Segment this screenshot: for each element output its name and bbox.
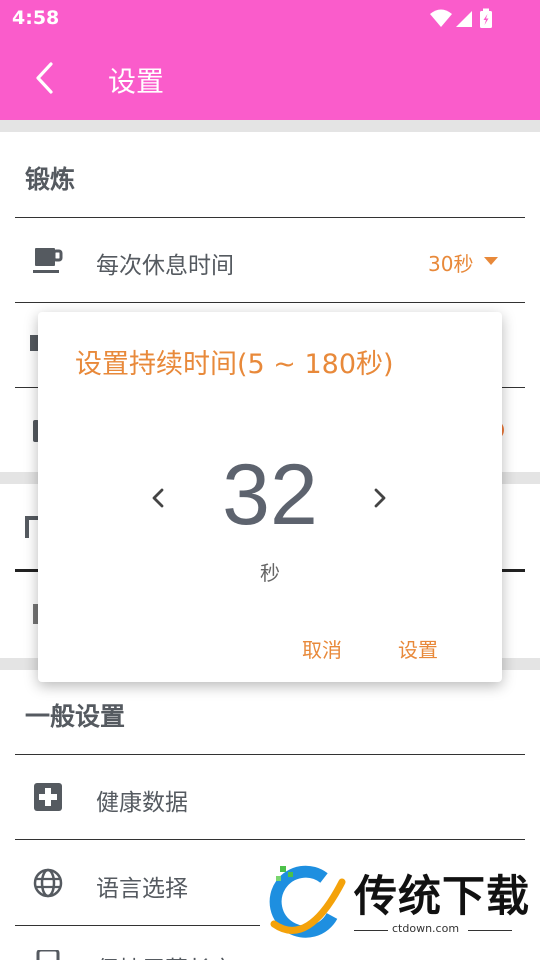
divider bbox=[15, 839, 525, 840]
app-bar: 设置 bbox=[0, 36, 540, 120]
watermark-url: ctdown.com bbox=[392, 922, 460, 935]
back-button[interactable] bbox=[24, 56, 64, 100]
watermark-text: 传统下载 bbox=[354, 872, 530, 922]
chevron-right-icon bbox=[374, 488, 386, 508]
watermark-logo-icon bbox=[268, 864, 348, 948]
watermark-line bbox=[468, 930, 512, 931]
language-label: 语言选择 bbox=[96, 876, 188, 902]
section-gap bbox=[0, 120, 540, 132]
coffee-cup-icon bbox=[30, 242, 66, 278]
medical-cross-icon bbox=[30, 779, 66, 815]
screen-on-label: 保持屏幕长亮 bbox=[96, 950, 234, 960]
divider bbox=[15, 754, 525, 755]
partial-section-title bbox=[25, 516, 38, 538]
section-title-general: 一般设置 bbox=[25, 702, 126, 731]
rest-time-label: 每次休息时间 bbox=[96, 253, 234, 279]
divider bbox=[15, 302, 525, 303]
battery-icon bbox=[480, 8, 492, 28]
status-bar: 4:58 bbox=[0, 0, 540, 36]
rest-time-value[interactable]: 30秒 bbox=[428, 248, 473, 277]
wifi-icon bbox=[430, 9, 452, 27]
section-title-exercise: 锻炼 bbox=[25, 165, 76, 194]
signal-icon bbox=[456, 11, 472, 27]
divider bbox=[15, 217, 525, 218]
dropdown-caret-icon[interactable] bbox=[484, 257, 498, 265]
duration-dialog: 设置持续时间(5 ~ 180秒) 32 秒 取消 设置 bbox=[38, 312, 502, 682]
phone-icon bbox=[30, 948, 66, 960]
status-time: 4:58 bbox=[12, 7, 60, 29]
duration-value: 32 bbox=[222, 447, 318, 543]
cancel-button[interactable]: 取消 bbox=[302, 634, 342, 663]
partial-row-icon bbox=[30, 335, 38, 351]
confirm-button[interactable]: 设置 bbox=[398, 634, 438, 663]
increment-button[interactable] bbox=[360, 478, 400, 518]
duration-unit: 秒 bbox=[260, 561, 280, 585]
watermark: 传统下载 ctdown.com bbox=[260, 856, 540, 960]
watermark-line bbox=[354, 930, 388, 931]
globe-icon bbox=[30, 865, 66, 901]
back-arrow-icon bbox=[36, 62, 53, 94]
health-data-label: 健康数据 bbox=[96, 790, 188, 816]
dialog-title: 设置持续时间(5 ~ 180秒) bbox=[75, 349, 394, 380]
page-title: 设置 bbox=[108, 65, 165, 98]
status-icons bbox=[430, 8, 500, 34]
